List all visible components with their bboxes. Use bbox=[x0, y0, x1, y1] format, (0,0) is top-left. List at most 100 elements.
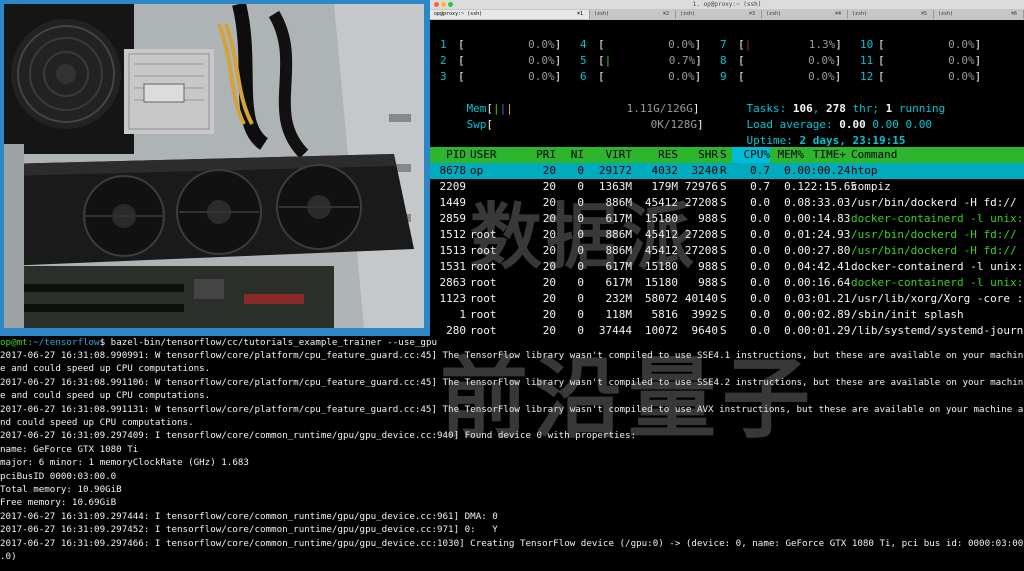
column-header-shr[interactable]: SHR bbox=[680, 147, 718, 163]
cpu-meter-7: 7 [| 1.3%] bbox=[720, 38, 842, 51]
process-row[interactable]: 2209 20 0 1363M 179M 72976 S 0.7 0.1 22:15.65 comp… bbox=[430, 179, 1024, 195]
cpu-meter-10: 10[0.0%] bbox=[860, 38, 982, 51]
process-user: root bbox=[470, 308, 497, 321]
process-row[interactable]: 1123 root 20 0 232M 58072 40140 S 0.0 0.0 3:01.21/… bbox=[430, 291, 1024, 307]
process-virt: 886M bbox=[605, 244, 633, 257]
terminal-tab-6[interactable]: (zsh) ⌘6 bbox=[934, 10, 1024, 19]
process-table-header: PID USER PRI NI VIRT RES SHR S CPU% MEM% TIME+ Comm… bbox=[430, 147, 1024, 163]
process-row[interactable]: 280 root 20 0 37444 10072 9640 S 0.0 0.0 0:01.29/l… bbox=[430, 323, 1024, 336]
cpu-percent: 0.0% bbox=[808, 54, 835, 67]
cpu-meter-2: 2[0.0%] bbox=[440, 54, 562, 67]
process-virt: 617M bbox=[605, 212, 633, 225]
process-row[interactable]: 1449 20 0 886M 45412 27208 S 0.0 0.0 8:33.03/usr/… bbox=[430, 195, 1024, 211]
window-minimize-button[interactable] bbox=[441, 2, 446, 7]
cpu-percent: 0.0% bbox=[528, 54, 555, 67]
process-virt: 1363M bbox=[598, 180, 632, 193]
process-time: 0:14.83 bbox=[804, 212, 851, 225]
tab-shortcut: ⌘4 bbox=[834, 11, 841, 17]
htop-terminal-window: 1. op@proxy:~ (ssh) op@proxy:~ (ssh) ⌘1 (z… bbox=[430, 0, 1024, 336]
process-cpu: 0.0 bbox=[750, 244, 770, 257]
column-header-pid[interactable]: PID bbox=[434, 147, 466, 163]
column-header-mem[interactable]: MEM% bbox=[770, 147, 805, 163]
process-res: 45412 bbox=[644, 196, 678, 209]
column-header-user[interactable]: USER bbox=[470, 147, 520, 163]
process-s: R bbox=[720, 164, 727, 177]
process-mem: 0.0 bbox=[784, 260, 804, 273]
cpu-id: 3 bbox=[440, 70, 447, 83]
process-row[interactable]: 1 root 20 0 118M 5816 3992 S 0.0 0.0 0:02.89/sbin/… bbox=[430, 307, 1024, 323]
process-time: 3:01.21 bbox=[804, 292, 851, 305]
column-header-cmd[interactable]: Command bbox=[851, 147, 1024, 163]
process-shr: 988 bbox=[698, 260, 718, 273]
column-header-s[interactable]: S bbox=[720, 147, 732, 163]
cpu-id: 4 bbox=[580, 38, 587, 51]
terminal-tab-1[interactable]: op@proxy:~ (ssh) ⌘1 bbox=[430, 10, 590, 19]
terminal-line: e and could speed up CPU computations. bbox=[0, 390, 211, 402]
process-virt: 232M bbox=[605, 292, 633, 305]
cpu-percent: 0.0% bbox=[528, 70, 555, 83]
gpu-hardware-photo bbox=[0, 0, 430, 336]
tab-label: (zsh) bbox=[938, 11, 954, 17]
process-shr: 3992 bbox=[691, 308, 719, 321]
column-header-virt[interactable]: VIRT bbox=[586, 147, 633, 163]
terminal-line: Total memory: 10.90GiB bbox=[0, 484, 122, 495]
process-cpu: 0.0 bbox=[750, 324, 770, 336]
process-time: 8:33.03 bbox=[804, 196, 851, 209]
cpu-bar: | bbox=[744, 38, 752, 51]
terminal-line: 2017-06-27 16:31:09.297466: I tensorflow… bbox=[0, 537, 1024, 549]
terminal-tab-2[interactable]: (zsh) ⌘2 bbox=[590, 10, 676, 19]
terminal-line: Free memory: 10.69GiB bbox=[0, 497, 117, 509]
cpu-percent: 0.0% bbox=[668, 38, 695, 51]
process-time: 0:16.64 bbox=[804, 276, 851, 289]
process-row[interactable]: 1531 root 20 0 617M 15180 988 S 0.0 0.0 4:42.41 doc… bbox=[430, 259, 1024, 275]
column-header-pri[interactable]: PRI bbox=[524, 147, 556, 163]
column-header-res[interactable]: RES bbox=[634, 147, 678, 163]
process-res: 179M bbox=[651, 180, 679, 193]
terminal-tab-3[interactable]: (zsh) ⌘3 bbox=[676, 10, 762, 19]
tab-shortcut: ⌘3 bbox=[748, 11, 755, 17]
process-shr: 27208 bbox=[684, 228, 718, 241]
process-res: 45412 bbox=[644, 228, 678, 241]
process-cpu: 0.0 bbox=[750, 308, 770, 321]
terminal-line: nd could speed up CPU computations. bbox=[0, 417, 194, 428]
process-res: 58072 bbox=[644, 292, 678, 305]
process-row[interactable]: 8678 op 20 0 29172 4032 3240 R 0.7 0.0 0:00.24 htop bbox=[430, 163, 1024, 179]
process-row[interactable]: 1512 root 20 0 886M 45412 27208 S 0.0 0.0 1:24.93/… bbox=[430, 227, 1024, 243]
process-res: 5816 bbox=[651, 308, 679, 321]
process-mem: 0.0 bbox=[784, 228, 804, 241]
process-ni: 0 bbox=[577, 276, 584, 289]
process-time: 0:02.89 bbox=[804, 308, 851, 321]
swp-meter: Swp[0K/128G] bbox=[466, 118, 704, 131]
window-close-button[interactable] bbox=[434, 2, 439, 7]
process-row[interactable]: 2859 20 0 617M 15180 988 S 0.0 0.0 0:14.83 docker-… bbox=[430, 211, 1024, 227]
terminal-tab-4[interactable]: (zsh) ⌘4 bbox=[762, 10, 848, 19]
terminal-line: e and could speed up CPU computations. bbox=[0, 363, 211, 375]
uptime-value: 2 days, 23:19:15 bbox=[799, 134, 906, 147]
process-cmd: /usr/lib/xorg/Xorg -core : bbox=[851, 292, 1024, 305]
process-virt: 886M bbox=[605, 228, 633, 241]
process-pid: 2209 bbox=[439, 180, 467, 193]
process-res: 15180 bbox=[644, 276, 678, 289]
column-header-cpu[interactable]: CPU% bbox=[732, 147, 770, 163]
process-virt: 37444 bbox=[598, 324, 632, 336]
window-zoom-button[interactable] bbox=[448, 2, 453, 7]
cpu-id: 11 bbox=[860, 54, 874, 67]
swp-value: 0K/128G bbox=[650, 118, 697, 131]
cpu-meter-6: 6[0.0%] bbox=[580, 70, 702, 83]
process-time: 0:00.24 bbox=[804, 164, 851, 177]
terminal-tab-5[interactable]: (zsh) ⌘5 bbox=[848, 10, 934, 19]
column-header-ni[interactable]: NI bbox=[558, 147, 584, 163]
cpu-bar: | bbox=[604, 54, 612, 67]
tab-label: (zsh) bbox=[680, 11, 696, 17]
process-virt: 617M bbox=[605, 276, 633, 289]
terminal-line: major: 6 minor: 1 memoryClockRate (GHz) … bbox=[0, 457, 249, 469]
process-pid: 1449 bbox=[439, 196, 467, 209]
process-row[interactable]: 2863 root 20 0 617M 15180 988 S 0.0 0.0 0:16.64 doc… bbox=[430, 275, 1024, 291]
cpu-percent: 0.0% bbox=[948, 54, 975, 67]
process-row[interactable]: 1513 root 20 0 886M 45412 27208 S 0.0 0.0 0:27.80/… bbox=[430, 243, 1024, 259]
process-pri: 20 bbox=[542, 260, 556, 273]
column-header-time[interactable]: TIME+ bbox=[804, 147, 846, 163]
terminal-line: 2017-06-27 16:31:08.991106: W tensorflow… bbox=[0, 376, 1024, 388]
tab-bar: op@proxy:~ (ssh) ⌘1 (zsh) ⌘2 (zsh) ⌘3 (zsh) ⌘4(… bbox=[430, 9, 1024, 20]
process-virt: 617M bbox=[605, 260, 633, 273]
